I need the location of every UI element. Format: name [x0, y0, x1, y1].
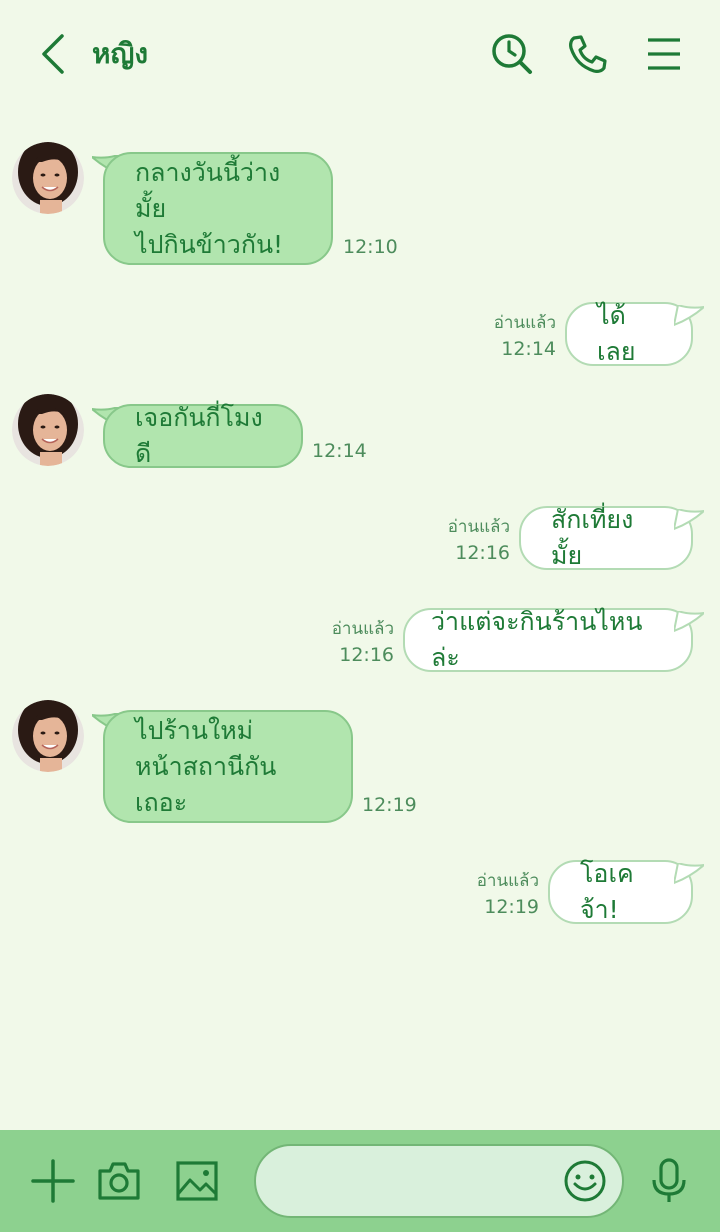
avatar-photo: [12, 142, 84, 214]
microphone-icon: [652, 1158, 686, 1202]
smiley-icon: [564, 1160, 606, 1202]
search-button[interactable]: [488, 30, 536, 78]
read-receipt: อ่านแล้ว: [447, 517, 510, 537]
contact-avatar[interactable]: [12, 394, 84, 466]
message-time: 12:19: [362, 794, 417, 816]
message-time: 12:10: [343, 236, 398, 258]
message-text-line: ได้เลย: [597, 301, 636, 366]
gallery-button[interactable]: [174, 1158, 220, 1204]
message-time: 12:19: [484, 896, 539, 918]
plus-icon: [31, 1159, 75, 1203]
message-text-line: ว่าแต่จะกินร้านไหนล่ะ: [431, 607, 643, 672]
message-bubble-outgoing[interactable]: สักเที่ยงมั้ย: [519, 505, 693, 570]
message-time: 12:14: [501, 338, 556, 360]
bubble-tail: [674, 611, 704, 633]
bubble-tail: [674, 509, 704, 531]
camera-button[interactable]: [96, 1158, 142, 1204]
message-bubble-incoming[interactable]: เจอกันกี่โมงดี: [103, 403, 303, 468]
contact-avatar[interactable]: [12, 142, 84, 214]
message-bubble-incoming[interactable]: กลางวันนี้ว่างมั้ย ไปกินข้าวกัน!: [103, 152, 333, 265]
message-text-line: สักเที่ยงมั้ย: [551, 505, 634, 570]
message-text-line: โอเคจ้า!: [580, 859, 634, 924]
message-text-line: เจอกันกี่โมงดี: [135, 403, 263, 468]
message-time: 12:16: [339, 644, 394, 666]
camera-icon: [98, 1162, 140, 1200]
bubble-tail: [674, 863, 704, 885]
message-text-line: ไปร้านใหม่: [135, 715, 254, 745]
message-time: 12:16: [455, 542, 510, 564]
contact-avatar[interactable]: [12, 700, 84, 772]
image-icon: [176, 1161, 218, 1201]
avatar-photo: [12, 700, 84, 772]
read-receipt: อ่านแล้ว: [331, 619, 394, 639]
read-receipt: อ่านแล้ว: [476, 871, 539, 891]
chat-header: หญิง: [0, 0, 720, 108]
hamburger-menu-icon: [648, 38, 680, 70]
message-bubble-outgoing[interactable]: ว่าแต่จะกินร้านไหนล่ะ: [403, 607, 693, 672]
phone-icon: [569, 35, 607, 73]
message-text-line: กลางวันนี้ว่างมั้ย: [135, 157, 281, 223]
message-text-line: ไปกินข้าวกัน!: [135, 229, 284, 259]
message-input[interactable]: [280, 1146, 560, 1216]
read-receipt: อ่านแล้ว: [493, 313, 556, 333]
message-bubble-outgoing[interactable]: โอเคจ้า!: [548, 859, 693, 924]
message-text-line: หน้าสถานีกันเถอะ: [135, 751, 277, 817]
back-button[interactable]: [36, 32, 72, 76]
chat-title: หญิง: [92, 37, 148, 70]
chevron-left-icon: [42, 34, 64, 74]
menu-button[interactable]: [640, 30, 688, 78]
call-button[interactable]: [564, 30, 612, 78]
avatar-photo: [12, 394, 84, 466]
search-history-icon: [492, 34, 532, 74]
message-time: 12:14: [312, 440, 367, 462]
message-bubble-incoming[interactable]: ไปร้านใหม่ หน้าสถานีกันเถอะ: [103, 710, 353, 823]
add-button[interactable]: [30, 1158, 76, 1204]
bubble-tail: [674, 305, 704, 327]
message-input-box[interactable]: [254, 1144, 624, 1218]
emoji-button[interactable]: [562, 1158, 608, 1204]
composer-bar: [0, 1130, 720, 1232]
voice-button[interactable]: [646, 1158, 692, 1204]
